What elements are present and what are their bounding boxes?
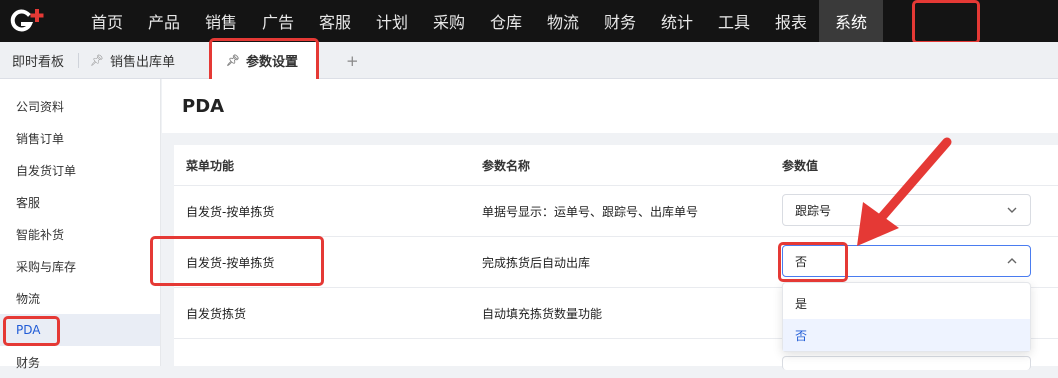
- add-tab-button[interactable]: +: [346, 42, 359, 79]
- nav-item-reports[interactable]: 报表: [766, 0, 816, 42]
- sidebar-item-service[interactable]: 客服: [0, 186, 160, 218]
- dropdown-option-no[interactable]: 否: [783, 319, 1030, 351]
- nav-item-tools[interactable]: 工具: [709, 0, 759, 42]
- select-value: 跟踪号: [795, 203, 832, 218]
- value-select-auto-outbound[interactable]: 否: [782, 245, 1031, 277]
- sidebar-item-finance[interactable]: 财务: [0, 346, 160, 378]
- select-value: 否: [795, 254, 808, 269]
- sidebar-item-company[interactable]: 公司资料: [0, 90, 160, 122]
- column-header-param: 参数名称: [482, 158, 531, 173]
- sidebar-item-self-ship-orders[interactable]: 自发货订单: [0, 154, 160, 186]
- param-cell: 自动填充拣货数量功能: [482, 306, 603, 321]
- page-title: PDA: [162, 79, 1058, 133]
- select-dropdown: 是 否: [782, 282, 1031, 352]
- tab-divider: [78, 53, 79, 68]
- top-nav: 首页 产品 销售 广告 客服 计划 采购 仓库 物流 财务 统计 工具 报表 系…: [0, 0, 1058, 42]
- column-header-menu: 菜单功能: [186, 158, 235, 173]
- chevron-down-icon: [1007, 207, 1017, 213]
- sidebar-item-purchase-inventory[interactable]: 采购与库存: [0, 250, 160, 282]
- sidebar-item-smart-restock[interactable]: 智能补货: [0, 218, 160, 250]
- nav-item-purchase[interactable]: 采购: [424, 0, 474, 42]
- nav-item-sales[interactable]: 销售: [196, 0, 246, 42]
- menu-cell: 自发货拣货: [186, 306, 247, 321]
- sidebar: 公司资料 销售订单 自发货订单 客服 智能补货 采购与库存 物流 PDA 财务: [0, 79, 161, 370]
- sidebar-item-pda[interactable]: PDA: [0, 314, 160, 346]
- dropdown-option-yes[interactable]: 是: [783, 287, 1030, 319]
- pin-icon[interactable]: 📌︎: [226, 54, 240, 67]
- nav-item-logistics[interactable]: 物流: [538, 0, 588, 42]
- pin-icon[interactable]: 📌︎: [90, 54, 104, 67]
- nav-item-statistics[interactable]: 统计: [652, 0, 702, 42]
- tab-label: 参数设置: [245, 55, 298, 70]
- menu-cell: 自发货-按单拣货: [186, 255, 275, 270]
- sidebar-item-sales-orders[interactable]: 销售订单: [0, 122, 160, 154]
- menu-cell: 自发货-按单拣货: [186, 204, 275, 219]
- tab-bar: 即时看板 📌︎ 销售出库单 📌︎ 参数设置 +: [0, 42, 1058, 79]
- nav-item-home[interactable]: 首页: [82, 0, 132, 42]
- sidebar-item-logistics[interactable]: 物流: [0, 282, 160, 314]
- nav-item-warehouse[interactable]: 仓库: [481, 0, 531, 42]
- table-header-row: 菜单功能 参数名称 参数值: [174, 145, 1058, 186]
- tab-label: 销售出库单: [109, 55, 175, 70]
- nav-item-finance[interactable]: 财务: [595, 0, 645, 42]
- nav-item-ads[interactable]: 广告: [253, 0, 303, 42]
- tab-sales-outbound[interactable]: 📌︎ 销售出库单: [90, 42, 175, 79]
- param-cell: 完成拣货后自动出库: [482, 255, 591, 270]
- value-select-fill-qty[interactable]: [782, 356, 1031, 370]
- value-select-tracking[interactable]: 跟踪号: [782, 194, 1031, 226]
- nav-item-system[interactable]: 系统: [819, 0, 883, 42]
- chevron-up-icon: [1007, 258, 1017, 264]
- nav-item-plan[interactable]: 计划: [367, 0, 417, 42]
- column-header-value: 参数值: [782, 158, 819, 173]
- nav-item-products[interactable]: 产品: [139, 0, 189, 42]
- nav-item-service[interactable]: 客服: [310, 0, 360, 42]
- tab-dashboard[interactable]: 即时看板: [12, 42, 64, 79]
- tab-param-settings[interactable]: 📌︎ 参数设置: [210, 42, 318, 79]
- logo-icon[interactable]: [0, 0, 58, 42]
- param-cell: 单据号显示：运单号、跟踪号、出库单号: [482, 204, 699, 219]
